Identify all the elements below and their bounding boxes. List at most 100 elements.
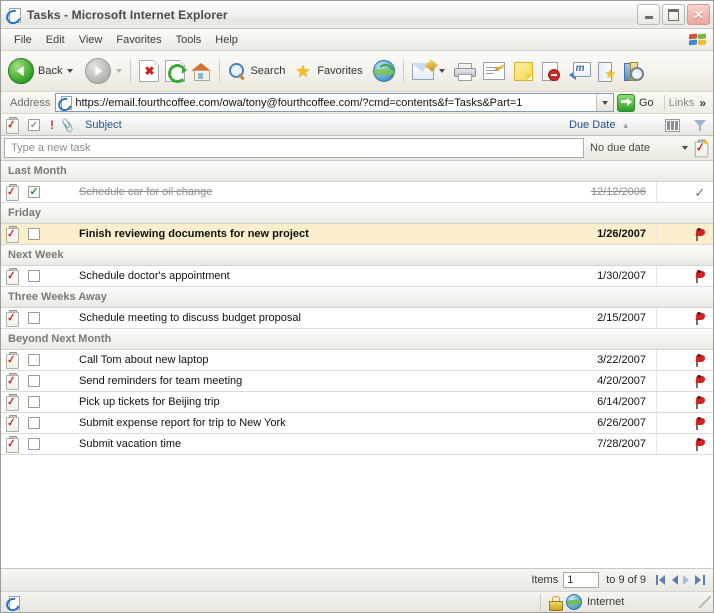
column-header-attachment[interactable]: 📎 [59, 115, 77, 135]
task-row[interactable]: ✓ Schedule doctor's appointment 1/30/2007 [1, 266, 713, 287]
complete-checkbox[interactable] [28, 312, 40, 324]
refresh-button[interactable] [162, 58, 188, 84]
task-complete-cell[interactable] [23, 375, 45, 387]
mail-dropdown-icon[interactable] [438, 69, 445, 73]
menu-item-favorites[interactable]: Favorites [109, 32, 168, 48]
onenote-button[interactable]: ★ [595, 60, 618, 83]
task-complete-cell[interactable] [23, 270, 45, 282]
back-dropdown-icon[interactable] [67, 69, 74, 73]
task-flag-cell[interactable] [687, 416, 713, 430]
task-due-date: 2/15/2007 [597, 312, 646, 324]
research-button[interactable] [621, 60, 647, 83]
close-button[interactable]: ✕ [687, 4, 710, 25]
previous-page-button[interactable] [672, 575, 678, 585]
mail-button[interactable] [409, 58, 448, 82]
task-flag-cell[interactable] [687, 353, 713, 367]
task-flag-cell[interactable] [687, 269, 713, 283]
menu-item-view[interactable]: View [72, 32, 110, 48]
block-button[interactable] [539, 60, 563, 83]
column-header-subject[interactable]: Subject [77, 115, 565, 135]
go-button[interactable]: Go [614, 93, 660, 112]
mail-icon [411, 58, 438, 80]
complete-checkbox[interactable] [28, 438, 40, 450]
home-button[interactable] [188, 60, 214, 82]
completed-check-icon: ✓ [694, 184, 706, 200]
menu-item-file[interactable]: File [7, 32, 39, 48]
task-row[interactable]: ✓ Send reminders for team meeting 4/20/200… [1, 371, 713, 392]
task-row[interactable]: ✓ Pick up tickets for Beijing trip 6/14/20… [1, 392, 713, 413]
filter-button[interactable] [687, 115, 713, 135]
toolbar-divider-2 [219, 59, 221, 83]
next-page-button[interactable] [683, 575, 689, 585]
edit-button[interactable] [480, 60, 508, 82]
print-button[interactable] [451, 61, 477, 82]
notes-button[interactable] [511, 60, 536, 83]
task-row[interactable]: ✓ Submit expense report for trip to New Y… [1, 413, 713, 434]
task-flag-cell[interactable] [687, 395, 713, 409]
column-header-due-date[interactable]: Due Date ▴ [565, 115, 657, 135]
task-complete-cell[interactable] [23, 354, 45, 366]
search-button[interactable]: Search [225, 60, 288, 82]
column-header-priority[interactable]: ! [45, 115, 59, 135]
chevron-expand-icon[interactable]: » [694, 97, 710, 109]
items-start-input[interactable]: 1 [563, 572, 600, 588]
menu-item-edit[interactable]: Edit [39, 32, 72, 48]
new-task-due-dropdown[interactable]: No due date [584, 139, 692, 157]
task-row[interactable]: ✓ Schedule meeting to discuss budget prop… [1, 308, 713, 329]
complete-checkbox[interactable] [28, 396, 40, 408]
forward-dropdown-icon[interactable] [116, 69, 123, 73]
first-page-button[interactable] [656, 575, 667, 585]
complete-checkbox[interactable] [28, 186, 40, 198]
maximize-button[interactable] [662, 4, 685, 25]
task-flag-cell[interactable] [687, 311, 713, 325]
complete-checkbox[interactable] [28, 270, 40, 282]
task-complete-cell[interactable] [23, 228, 45, 240]
column-header-complete[interactable] [23, 115, 45, 135]
go-arrow-icon [616, 93, 635, 112]
menu-item-help[interactable]: Help [208, 32, 245, 48]
task-row[interactable]: ✓ Schedule car for oil change 12/12/2006 ✓ [1, 182, 713, 203]
task-flag-cell[interactable]: ✓ [687, 186, 713, 199]
new-task-input[interactable]: Type a new task [4, 138, 584, 158]
column-header-icon[interactable]: ✓ [1, 115, 23, 135]
task-group-header: Next Week [1, 245, 713, 266]
favorites-button[interactable]: ★ Favorites [292, 61, 365, 82]
task-row[interactable]: ✓ Call Tom about new laptop 3/22/2007 [1, 350, 713, 371]
task-complete-cell[interactable] [23, 438, 45, 450]
task-complete-cell[interactable] [23, 186, 45, 198]
minimize-button[interactable] [637, 4, 660, 25]
task-flag-cell[interactable] [687, 227, 713, 241]
add-task-button[interactable]: ✓ ✦ [692, 138, 710, 157]
task-flag-cell[interactable] [687, 374, 713, 388]
task-flag-cell[interactable] [687, 437, 713, 451]
resize-grip[interactable] [699, 596, 711, 608]
task-row[interactable]: ✓ Submit vacation time 7/28/2007 [1, 434, 713, 455]
flag-icon [694, 353, 706, 367]
media-button[interactable] [370, 58, 398, 84]
complete-checkbox[interactable] [28, 228, 40, 240]
messenger-button[interactable]: m [566, 60, 592, 82]
task-complete-cell[interactable] [23, 396, 45, 408]
complete-checkbox[interactable] [28, 354, 40, 366]
task-list[interactable]: Last Month✓Schedule car for oil change12… [1, 161, 713, 568]
task-subject: Submit expense report for trip to New Yo… [79, 417, 286, 429]
last-page-button[interactable] [694, 575, 705, 585]
task-subject: Schedule car for oil change [79, 186, 213, 198]
menu-item-tools[interactable]: Tools [169, 32, 209, 48]
task-row[interactable]: ✓ Finish reviewing documents for new proj… [1, 224, 713, 245]
back-button[interactable]: Back [5, 56, 76, 86]
task-spacer-cell [656, 413, 687, 433]
stop-button[interactable]: ✖ [136, 58, 162, 84]
task-complete-cell[interactable] [23, 312, 45, 324]
complete-checkbox[interactable] [28, 375, 40, 387]
task-subject: Submit vacation time [79, 438, 182, 450]
security-zone[interactable]: Internet [540, 594, 699, 611]
complete-checkbox[interactable] [28, 417, 40, 429]
address-input[interactable]: https://email.fourthcoffee.com/owa/tony@… [55, 93, 614, 114]
task-due-date: 1/30/2007 [597, 270, 646, 282]
forward-button[interactable] [82, 56, 125, 86]
task-complete-cell[interactable] [23, 417, 45, 429]
address-dropdown-button[interactable] [595, 94, 613, 111]
column-picker-button[interactable] [657, 115, 687, 135]
status-message-area [3, 594, 156, 613]
